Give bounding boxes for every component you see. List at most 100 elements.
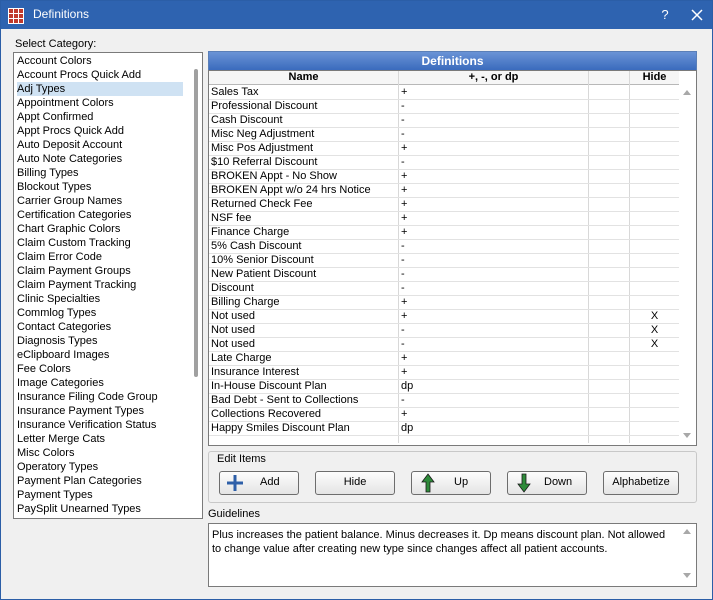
category-item[interactable]: Account Procs Quick Add	[17, 68, 141, 82]
scroll-up-icon[interactable]	[683, 529, 691, 534]
category-list[interactable]: Prog Notes ColorsPaySplit Unearned Types…	[13, 52, 203, 519]
definition-row[interactable]: Bad Debt - Sent to Collections -	[209, 393, 679, 408]
category-item[interactable]: Blockout Types	[17, 180, 91, 194]
definition-row[interactable]: Returned Check Fee +	[209, 197, 679, 212]
category-item[interactable]: Auto Note Categories	[17, 152, 122, 166]
help-button[interactable]: ?	[656, 6, 674, 24]
definition-hide	[630, 99, 679, 113]
definition-value: +	[401, 310, 408, 322]
guidelines-scrollbar[interactable]	[679, 524, 695, 584]
category-scroll-thumb[interactable]	[194, 69, 198, 377]
category-item[interactable]: Account Colors	[17, 54, 92, 68]
guidelines-textbox[interactable]: Plus increases the patient balance. Minu…	[208, 523, 697, 587]
up-button[interactable]: Up	[411, 471, 491, 495]
definition-row[interactable]: New Patient Discount -	[209, 267, 679, 282]
scroll-up-icon[interactable]	[683, 90, 691, 95]
definition-row[interactable]: Late Charge +	[209, 351, 679, 366]
category-item[interactable]: Insurance Filing Code Group	[17, 390, 158, 404]
category-item[interactable]: Insurance Payment Types	[17, 404, 144, 418]
definition-name: Insurance Interest	[211, 366, 300, 378]
grid-scrollbar[interactable]	[679, 85, 695, 443]
definition-name: NSF fee	[211, 212, 252, 224]
definition-value: +	[401, 296, 408, 308]
add-button[interactable]: Add	[219, 471, 299, 495]
definition-row[interactable]: Sales Tax +	[209, 85, 679, 100]
close-button[interactable]	[687, 5, 707, 25]
category-item[interactable]: Carrier Group Names	[17, 194, 122, 208]
plus-icon	[227, 475, 243, 491]
category-item[interactable]: Claim Custom Tracking	[17, 236, 131, 250]
category-item[interactable]: Appt Confirmed	[17, 110, 93, 124]
column-header-hide[interactable]: Hide	[630, 71, 679, 85]
category-item[interactable]: Insurance Verification Status	[17, 418, 156, 432]
category-item[interactable]: Clinic Specialties	[17, 292, 100, 306]
definition-name: Sales Tax	[211, 86, 259, 98]
hide-button[interactable]: Hide	[315, 471, 395, 495]
definition-row[interactable]: Discount -	[209, 281, 679, 296]
category-item[interactable]: Adj Types	[17, 82, 183, 96]
definition-row[interactable]: Misc Pos Adjustment +	[209, 141, 679, 156]
definition-row[interactable]: Insurance Interest +	[209, 365, 679, 380]
definition-row[interactable]: Not used + X	[209, 309, 679, 324]
definition-row[interactable]: BROKEN Appt w/o 24 hrs Notice +	[209, 183, 679, 198]
definition-row[interactable]: Not used - X	[209, 337, 679, 352]
category-item[interactable]: PaySplit Unearned Types	[17, 502, 141, 516]
category-item[interactable]: Claim Payment Tracking	[17, 278, 136, 292]
category-item[interactable]: Certification Categories	[17, 208, 131, 222]
definition-row[interactable]: Not used - X	[209, 323, 679, 338]
category-item[interactable]: Billing Types	[17, 166, 79, 180]
definition-row[interactable]: Collections Recovered +	[209, 407, 679, 422]
definition-row[interactable]: BROKEN Appt - No Show +	[209, 169, 679, 184]
category-item[interactable]: Auto Deposit Account	[17, 138, 122, 152]
definition-row[interactable]: Billing Charge +	[209, 295, 679, 310]
category-item[interactable]: Fee Colors	[17, 362, 71, 376]
category-item[interactable]: Claim Payment Groups	[17, 264, 131, 278]
up-arrow-icon	[421, 473, 435, 493]
category-scrollbar[interactable]	[192, 53, 201, 516]
definition-row[interactable]: Professional Discount -	[209, 99, 679, 114]
definition-value: dp	[401, 422, 414, 434]
definition-row[interactable]: Finance Charge +	[209, 225, 679, 240]
definition-hide	[630, 225, 679, 239]
definition-row[interactable]: NSF fee +	[209, 211, 679, 226]
definition-row[interactable]: Happy Smiles Discount Plan dp	[209, 421, 679, 436]
category-item[interactable]: Prog Notes Colors	[17, 516, 107, 518]
category-item[interactable]: Image Categories	[17, 376, 104, 390]
category-item[interactable]: Payment Types	[17, 488, 93, 502]
definition-hide	[630, 85, 679, 99]
definition-hide	[630, 253, 679, 267]
definition-row[interactable]: Misc Neg Adjustment -	[209, 127, 679, 142]
scroll-down-icon[interactable]	[683, 573, 691, 578]
category-item[interactable]: Contact Categories	[17, 320, 111, 334]
definition-value: +	[401, 366, 408, 378]
category-item[interactable]: Commlog Types	[17, 306, 96, 320]
column-header-value[interactable]: +, -, or dp	[399, 71, 588, 85]
category-item[interactable]: Payment Plan Categories	[17, 474, 142, 488]
definition-row[interactable]: Cash Discount -	[209, 113, 679, 128]
definition-value: -	[401, 156, 405, 168]
definition-name: Not used	[211, 338, 256, 350]
category-item[interactable]: Misc Colors	[17, 446, 74, 460]
definition-row[interactable]: 10% Senior Discount -	[209, 253, 679, 268]
column-header-blank	[589, 71, 629, 85]
category-item[interactable]: eClipboard Images	[17, 348, 109, 362]
definition-name: In-House Discount Plan	[211, 380, 327, 392]
definition-name: Finance Charge	[211, 226, 290, 238]
definition-row[interactable]: 5% Cash Discount -	[209, 239, 679, 254]
category-item[interactable]: Claim Error Code	[17, 250, 102, 264]
category-item[interactable]: Letter Merge Cats	[17, 432, 105, 446]
down-button[interactable]: Down	[507, 471, 587, 495]
category-item[interactable]: Appointment Colors	[17, 96, 114, 110]
definition-name: Misc Neg Adjustment	[211, 128, 315, 140]
category-item[interactable]: Chart Graphic Colors	[17, 222, 120, 236]
category-item[interactable]: Operatory Types	[17, 460, 98, 474]
category-item[interactable]: Diagnosis Types	[17, 334, 98, 348]
definition-name: Collections Recovered	[211, 408, 322, 420]
scroll-down-icon[interactable]	[683, 433, 691, 438]
definition-hide	[630, 421, 679, 435]
column-header-name[interactable]: Name	[209, 71, 398, 85]
alphabetize-button[interactable]: Alphabetize	[603, 471, 679, 495]
category-item[interactable]: Appt Procs Quick Add	[17, 124, 124, 138]
definition-row[interactable]: $10 Referral Discount -	[209, 155, 679, 170]
definition-row[interactable]: In-House Discount Plan dp	[209, 379, 679, 394]
